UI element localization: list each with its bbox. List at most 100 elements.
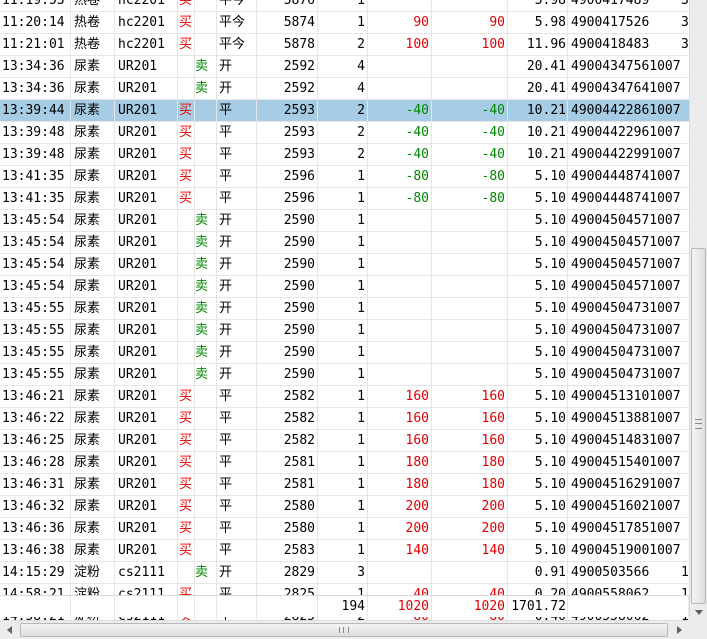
trade-number: 49004517851007 (571, 521, 681, 536)
table-row[interactable]: 13:39:48 尿素 UR201 买平 2593 2 -40 -40 10.21 4900442… (0, 122, 689, 144)
table-row[interactable]: 13:45:55 尿素 UR201 卖开 2590 1 5.10 49004504731007 (0, 298, 689, 320)
contract-code: UR201 (115, 474, 178, 495)
trade-time: 11:19:53 (0, 0, 71, 11)
trade-number: 49004504731007 (571, 301, 681, 316)
trade-price: 2583 (257, 540, 318, 561)
fee: 5.10 (508, 276, 568, 297)
summary-row: 194 1020 1020 1701.72 (0, 595, 689, 617)
summary-empty (568, 596, 689, 617)
open-close-flag: 开 (217, 56, 257, 77)
product-name: 尿素 (71, 298, 115, 319)
open-close-flag: 开 (217, 254, 257, 275)
fee: 5.10 (508, 166, 568, 187)
contract-code: UR201 (115, 188, 178, 209)
table-row[interactable]: 11:20:14 热卷 hc2201 买平今 5874 1 90 90 5.98 49004175… (0, 12, 689, 34)
trade-qty: 2 (318, 144, 368, 165)
trade-qty: 1 (318, 210, 368, 231)
trade-qty: 1 (318, 540, 368, 561)
buy-direction: 买 (178, 188, 195, 209)
sell-direction: 卖 (195, 56, 217, 77)
table-row[interactable]: 13:46:36 尿素 UR201 买平 2580 1 200 200 5.10 49004517… (0, 518, 689, 540)
trade-qty: 1 (318, 232, 368, 253)
table-row[interactable]: 13:46:28 尿素 UR201 买平 2581 1 180 180 5.10 49004515… (0, 452, 689, 474)
table-row[interactable]: 13:45:55 尿素 UR201 卖开 2590 1 5.10 49004504731007 (0, 342, 689, 364)
close-pl: 140 (368, 540, 432, 561)
trade-qty: 1 (318, 276, 368, 297)
horizontal-scroll-thumb[interactable] (20, 623, 668, 637)
table-row[interactable]: 13:34:36 尿素 UR201 卖开 2592 4 20.41 4900434756100… (0, 56, 689, 78)
open-close-flag: 开 (217, 78, 257, 99)
trade-number: 4900417526 (571, 15, 650, 30)
vertical-scroll-thumb[interactable] (691, 248, 706, 604)
trade-number: 49004504571007 (571, 257, 681, 272)
contract-code: UR201 (115, 276, 178, 297)
trade-price: 2582 (257, 430, 318, 451)
table-row[interactable]: 13:34:36 尿素 UR201 卖开 2592 4 20.41 4900434764100… (0, 78, 689, 100)
product-name: 尿素 (71, 254, 115, 275)
fee: 10.21 (508, 144, 568, 165)
table-row[interactable]: 13:46:22 尿素 UR201 买平 2582 1 160 160 5.10 49004513… (0, 408, 689, 430)
summary-total-fee: 1701.72 (508, 596, 568, 617)
table-row[interactable]: 13:45:55 尿素 UR201 卖开 2590 1 5.10 49004504731007 (0, 364, 689, 386)
fee: 20.41 (508, 78, 568, 99)
pl (432, 320, 508, 341)
product-name: 尿素 (71, 540, 115, 561)
contract-code: UR201 (115, 56, 178, 77)
table-row[interactable]: 11:19:53 热卷 hc2201 买 平今 5876 1 5.98 4900417489 3 (0, 0, 689, 12)
sell-direction (195, 166, 217, 187)
trade-time: 13:34:36 (0, 56, 71, 77)
product-name: 尿素 (71, 78, 115, 99)
table-row[interactable]: 13:45:55 尿素 UR201 卖开 2590 1 5.10 49004504731007 (0, 320, 689, 342)
product-name: 尿素 (71, 56, 115, 77)
scroll-right-button[interactable] (671, 622, 688, 638)
table-row[interactable]: 13:45:54 尿素 UR201 卖开 2590 1 5.10 49004504571007 (0, 210, 689, 232)
pl: 180 (432, 474, 508, 495)
trade-number: 49004516021007 (571, 499, 681, 514)
fee: 5.10 (508, 430, 568, 451)
table-row[interactable]: 13:39:44 尿素 UR201 买平 2593 2 -40 -40 10.21 4900442… (0, 100, 689, 122)
close-pl (368, 56, 432, 77)
table-row[interactable]: 13:46:32 尿素 UR201 买平 2580 1 200 200 5.10 49004516… (0, 496, 689, 518)
table-row[interactable]: 13:41:35 尿素 UR201 买平 2596 1 -80 -80 5.10 49004448… (0, 188, 689, 210)
table-row[interactable]: 13:45:54 尿素 UR201 卖开 2590 1 5.10 49004504571007 (0, 254, 689, 276)
table-row[interactable]: 13:46:31 尿素 UR201 买平 2581 1 180 180 5.10 49004516… (0, 474, 689, 496)
buy-direction: 买 (178, 0, 195, 11)
trade-time: 13:46:31 (0, 474, 71, 495)
close-pl: -80 (368, 188, 432, 209)
sell-direction (195, 430, 217, 451)
sell-direction: 卖 (195, 210, 217, 231)
sell-direction (195, 496, 217, 517)
table-row[interactable]: 11:21:01 热卷 hc2201 买平今 5878 2 100 100 11.96 49004… (0, 34, 689, 56)
contract-code: UR201 (115, 496, 178, 517)
buy-direction: 买 (178, 34, 195, 55)
table-row[interactable]: 13:45:54 尿素 UR201 卖开 2590 1 5.10 49004504571007 (0, 276, 689, 298)
table-row[interactable]: 13:41:35 尿素 UR201 买平 2596 1 -80 -80 5.10 49004448… (0, 166, 689, 188)
table-row[interactable]: 13:45:54 尿素 UR201 卖开 2590 1 5.10 49004504571007 (0, 232, 689, 254)
product-name: 尿素 (71, 386, 115, 407)
pl (432, 298, 508, 319)
sell-direction: 卖 (195, 254, 217, 275)
table-row[interactable]: 13:46:21 尿素 UR201 买平 2582 1 160 160 5.10 49004513… (0, 386, 689, 408)
trade-price: 2829 (257, 562, 318, 583)
contract-code: UR201 (115, 166, 178, 187)
buy-direction: 买 (178, 452, 195, 473)
scrollbar-corner (689, 620, 707, 639)
horizontal-scrollbar[interactable] (0, 620, 689, 639)
scroll-down-button[interactable] (690, 604, 707, 620)
table-row[interactable]: 13:46:25 尿素 UR201 买平 2582 1 160 160 5.10 49004514… (0, 430, 689, 452)
sell-direction: 卖 (195, 320, 217, 341)
pl: 200 (432, 496, 508, 517)
fee: 5.10 (508, 188, 568, 209)
table-row[interactable]: 13:39:48 尿素 UR201 买平 2593 2 -40 -40 10.21 4900442… (0, 144, 689, 166)
contract-code: UR201 (115, 144, 178, 165)
open-close-flag: 平 (217, 386, 257, 407)
trade-number: 49004422991007 (571, 147, 681, 162)
table-row[interactable]: 14:15:29淀粉cs2111 卖开28293 0.914900503566 13 (0, 562, 689, 584)
vertical-scrollbar[interactable] (689, 0, 707, 620)
table-row[interactable]: 13:46:38 尿素 UR201 买平 2583 1 140 140 5.10 49004519… (0, 540, 689, 562)
contract-code: UR201 (115, 430, 178, 451)
pl (432, 364, 508, 385)
trade-time: 13:45:54 (0, 210, 71, 231)
close-pl (368, 232, 432, 253)
scroll-left-button[interactable] (1, 622, 18, 638)
